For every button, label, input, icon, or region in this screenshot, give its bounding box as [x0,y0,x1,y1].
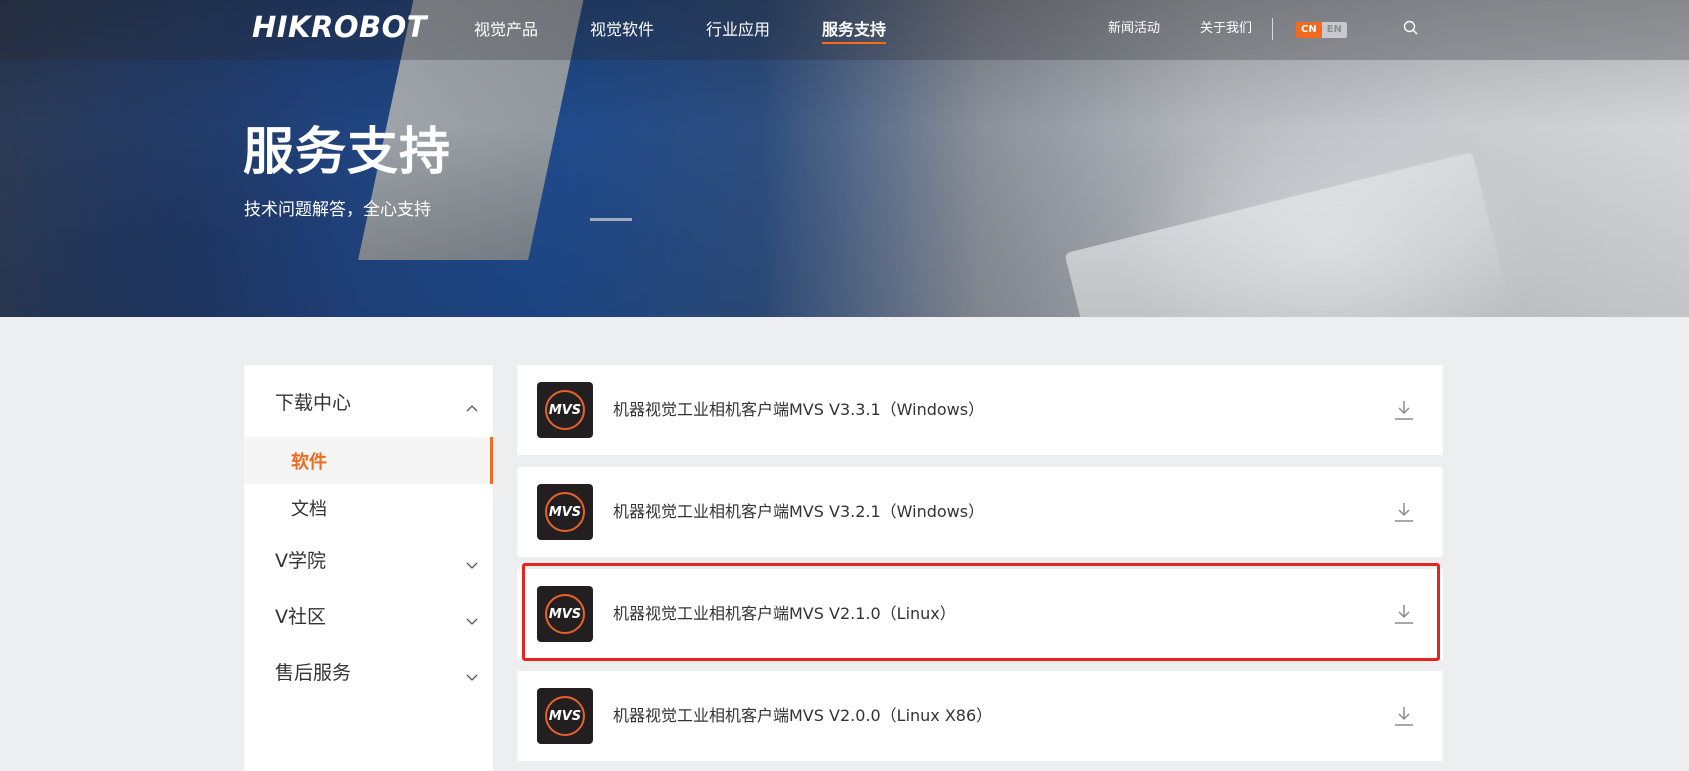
logo[interactable]: HIKROBOT [252,10,427,44]
chevron-down-icon [466,667,478,681]
chevron-up-icon [466,397,478,412]
mvs-icon-text: MVS [549,709,581,724]
sidebar-item-software[interactable]: 软件 [244,437,493,484]
page-title: 服务支持 [243,123,452,182]
nav-industry-applications[interactable]: 行业应用 [706,19,770,41]
hero-banner: HIKROBOT 视觉产品 视觉软件 行业应用 服务支持 新闻活动 关于我们 C… [0,0,1689,317]
download-icon[interactable] [1393,602,1415,626]
download-name[interactable]: 机器视觉工业相机客户端MVS V3.3.1（Windows） [613,399,984,421]
download-name[interactable]: 机器视觉工业相机客户端MVS V2.1.0（Linux） [613,603,956,625]
sidebar-group-label: V社区 [275,605,326,628]
nav-visual-software[interactable]: 视觉软件 [590,19,654,41]
download-item[interactable]: MVS 机器视觉工业相机客户端MVS V3.2.1（Windows） [517,467,1443,557]
nav-news-events[interactable]: 新闻活动 [1108,20,1160,38]
main-nav: 视觉产品 视觉软件 行业应用 服务支持 [474,19,938,44]
lang-en[interactable]: EN [1321,22,1347,38]
chevron-down-icon [466,555,478,569]
nav-about-us[interactable]: 关于我们 [1200,20,1252,38]
download-icon[interactable] [1393,398,1415,422]
mvs-icon-text: MVS [549,505,581,520]
sidebar-group-v-academy[interactable]: V学院 [244,531,493,587]
sidebar-group-downloads[interactable]: 下载中心 [244,365,493,437]
download-item[interactable]: MVS 机器视觉工业相机客户端MVS V2.0.0（Linux X86） [517,671,1443,761]
download-item-highlighted[interactable]: MVS 机器视觉工业相机客户端MVS V2.1.0（Linux） [517,569,1443,659]
sidebar-group-after-sales[interactable]: 售后服务 [244,643,493,699]
language-switch[interactable]: CN EN [1296,22,1347,38]
sidebar-group-v-community[interactable]: V社区 [244,587,493,643]
mvs-app-icon: MVS [537,484,593,540]
download-icon[interactable] [1393,704,1415,728]
download-item[interactable]: MVS 机器视觉工业相机客户端MVS V3.3.1（Windows） [517,365,1443,455]
sidebar-group-label: 售后服务 [275,661,352,684]
sidebar: 下载中心 软件 文档 V学院 V社区 售后服务 [244,365,493,771]
download-icon[interactable] [1393,500,1415,524]
nav-divider [1272,18,1273,40]
nav-service-support[interactable]: 服务支持 [822,19,887,44]
top-navigation: HIKROBOT 视觉产品 视觉软件 行业应用 服务支持 新闻活动 关于我们 C… [0,0,1689,60]
lang-cn[interactable]: CN [1296,22,1322,38]
mvs-app-icon: MVS [537,688,593,744]
mvs-app-icon: MVS [537,382,593,438]
download-name[interactable]: 机器视觉工业相机客户端MVS V3.2.1（Windows） [613,501,984,523]
chevron-down-icon [466,611,478,625]
mvs-icon-text: MVS [549,607,581,622]
mvs-app-icon: MVS [537,586,593,642]
nav-visual-products[interactable]: 视觉产品 [474,19,538,41]
mvs-icon-text: MVS [549,403,581,418]
search-icon[interactable] [1402,19,1420,37]
download-name[interactable]: 机器视觉工业相机客户端MVS V2.0.0（Linux X86） [613,705,992,727]
sidebar-item-documents[interactable]: 文档 [244,484,493,531]
sidebar-group-label: V学院 [275,549,326,572]
secondary-nav: 新闻活动 关于我们 [1108,20,1292,38]
page-subtitle: 技术问题解答，全心支持 [244,200,431,220]
sidebar-group-label: 下载中心 [275,391,352,414]
